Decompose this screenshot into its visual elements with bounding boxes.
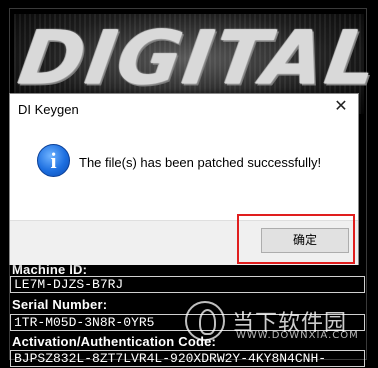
info-icon: i <box>37 144 70 177</box>
activation-code-label: Activation/Authentication Code: <box>12 334 217 349</box>
close-icon[interactable]: ✕ <box>332 98 350 116</box>
machine-id-field[interactable]: LE7M-DJZS-B7RJ <box>10 276 365 293</box>
dialog-body: i The file(s) has been patched successfu… <box>10 127 358 220</box>
message-dialog: DI Keygen ✕ i The file(s) has been patch… <box>9 93 359 265</box>
watermark-url: WWW.DOWNXIA.COM <box>236 330 359 341</box>
dialog-title: DI Keygen <box>18 102 79 117</box>
watermark-logo-icon <box>185 301 225 341</box>
dialog-message: The file(s) has been patched successfull… <box>79 155 322 170</box>
serial-number-label: Serial Number: <box>12 297 108 312</box>
activation-code-field[interactable]: BJPSZ832L-8ZT7LVR4L-920XDRW2Y-4KY8N4CNH- <box>10 350 365 367</box>
ok-button[interactable]: 确定 <box>261 228 349 253</box>
logo-text: DIGITAL <box>13 16 378 102</box>
